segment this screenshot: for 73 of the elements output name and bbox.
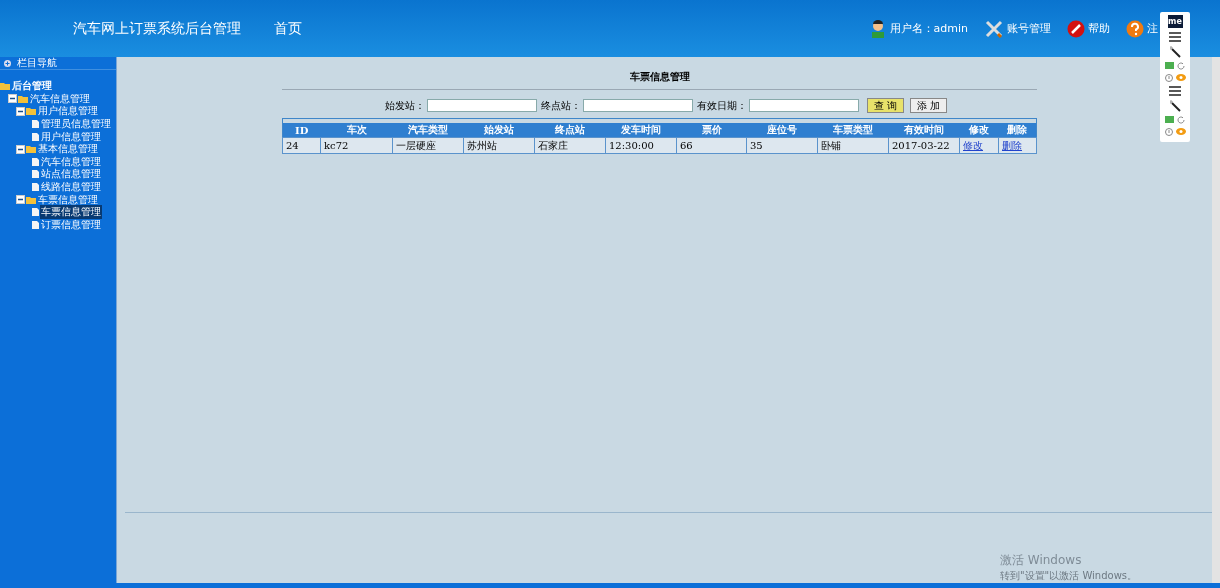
column-header: 删除 xyxy=(998,123,1037,138)
column-header: ID xyxy=(282,123,321,138)
column-header: 始发站 xyxy=(463,123,535,138)
eye-icon[interactable] xyxy=(1175,74,1186,81)
filter-label: 终点站： xyxy=(541,98,581,113)
filter-field[interactable] xyxy=(427,99,537,112)
table-cell: 卧铺 xyxy=(817,137,889,154)
table-cell: 苏州站 xyxy=(463,137,535,154)
tree-item[interactable]: 站点信息管理 xyxy=(40,167,102,182)
page-title: 车票信息管理 xyxy=(628,70,691,84)
menu-icon[interactable] xyxy=(1169,86,1181,96)
table-cell: 66 xyxy=(676,137,747,154)
column-header: 车票类型 xyxy=(817,123,889,138)
folder-icon xyxy=(26,145,36,154)
query-button[interactable]: 查 询 xyxy=(867,98,905,113)
activation-notice-text: 转到"设置"以激活 Windows。 xyxy=(1000,569,1138,583)
filter-label: 有效日期： xyxy=(697,98,747,113)
filter-field[interactable] xyxy=(749,99,859,112)
tree-item[interactable]: 订票信息管理 xyxy=(40,217,102,232)
collapse-toggle[interactable] xyxy=(16,195,25,205)
tree-item[interactable]: 车票信息管理 xyxy=(37,192,99,207)
wand-icon[interactable] xyxy=(1169,100,1181,112)
app-title: 汽车网上订票系统后台管理 xyxy=(73,19,241,38)
table-cell: 35 xyxy=(746,137,818,154)
menu-icon[interactable] xyxy=(1169,32,1181,42)
collapse-toggle[interactable] xyxy=(8,94,17,104)
column-header: 座位号 xyxy=(746,123,818,138)
table-cell: 24 xyxy=(282,137,321,154)
refresh-icon[interactable] xyxy=(1177,116,1185,124)
question-icon xyxy=(1126,19,1144,38)
sidebar-title: 栏目导航 xyxy=(17,56,57,70)
tree-item[interactable]: 汽车信息管理 xyxy=(40,154,102,169)
folder-icon xyxy=(26,195,36,204)
home-link[interactable]: 首页 xyxy=(274,19,302,38)
tree-item[interactable]: 用户信息管理 xyxy=(37,104,99,119)
table-cell: 一层硬座 xyxy=(392,137,464,154)
tree-item[interactable]: 基本信息管理 xyxy=(37,142,99,157)
tree-item[interactable]: 汽车信息管理 xyxy=(29,91,91,106)
tree-item[interactable]: 管理员信息管理 xyxy=(40,117,112,132)
activation-notice-title: 激活 Windows xyxy=(1000,552,1083,569)
column-header: 车次 xyxy=(320,123,393,138)
no-entry-icon xyxy=(1067,19,1085,38)
header-link[interactable]: 账号管理 xyxy=(1007,21,1051,36)
info-icon[interactable] xyxy=(1164,128,1173,136)
refresh-icon[interactable] xyxy=(1177,62,1185,70)
info-icon[interactable] xyxy=(1164,74,1173,82)
table-cell: kc72 xyxy=(320,137,393,154)
tree-item[interactable]: 线路信息管理 xyxy=(40,180,102,195)
tree-item[interactable]: 车票信息管理 xyxy=(40,205,102,220)
column-header: 有效时间 xyxy=(888,123,960,138)
add-button[interactable]: 添 加 xyxy=(910,98,948,113)
scrollbar[interactable] xyxy=(1212,57,1220,583)
header-link[interactable]: 帮助 xyxy=(1088,21,1110,36)
tree-item[interactable]: 后台管理 xyxy=(11,79,53,94)
tree-item[interactable]: 用户信息管理 xyxy=(40,129,102,144)
header-link[interactable]: 注 xyxy=(1147,21,1158,36)
filter-field[interactable] xyxy=(583,99,693,112)
extension-logo[interactable]: me xyxy=(1167,15,1183,28)
column-header: 发车时间 xyxy=(605,123,677,138)
collapse-toggle[interactable] xyxy=(16,107,25,116)
column-header: 票价 xyxy=(676,123,747,138)
filter-label: 始发站： xyxy=(385,98,425,113)
column-header: 汽车类型 xyxy=(392,123,464,138)
table-cell: 2017-03-22 xyxy=(888,137,960,154)
column-header: 终点站 xyxy=(534,123,606,138)
eye-icon[interactable] xyxy=(1175,128,1186,135)
column-header: 修改 xyxy=(959,123,999,138)
collapse-toggle[interactable] xyxy=(16,144,25,154)
wand-icon[interactable] xyxy=(1169,46,1181,58)
table-cell: 12:30:00 xyxy=(605,137,677,154)
username-label: 用户名：admin xyxy=(889,21,968,36)
table-cell: 石家庄 xyxy=(534,137,606,154)
tools-icon xyxy=(984,19,1004,38)
